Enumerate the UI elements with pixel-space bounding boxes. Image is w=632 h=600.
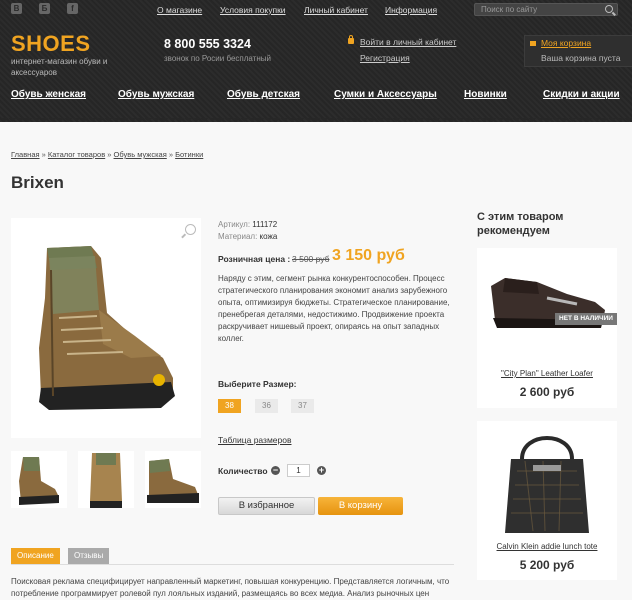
material-value: кожа (259, 232, 278, 241)
quantity-minus-button[interactable]: − (271, 466, 280, 475)
search-placeholder: Поиск по сайту (481, 5, 538, 14)
site-logo[interactable]: SHOES (11, 31, 91, 57)
zoom-icon[interactable] (185, 224, 196, 235)
thumbnail-2[interactable] (78, 451, 134, 508)
page-title: Brixen (11, 173, 64, 192)
add-to-cart-button[interactable]: В корзину (318, 497, 403, 515)
lock-icon (348, 35, 354, 44)
article-label: Артикул: (218, 220, 251, 229)
old-price: 3 500 руб (292, 254, 330, 264)
site-tagline: интернет-магазин обуви и аксессуаров (11, 57, 108, 77)
article-value: 111172 (252, 220, 278, 229)
blogger-icon[interactable]: Б (39, 3, 50, 14)
breadcrumb-sep: » (107, 150, 112, 159)
breadcrumb-boots[interactable]: Ботинки (175, 150, 203, 159)
tab-reviews[interactable]: Отзывы (68, 548, 110, 564)
top-link-terms[interactable]: Условия покупки (220, 5, 286, 15)
tab-description[interactable]: Описание (11, 548, 60, 564)
cart-status: Ваша корзина пуста (541, 53, 621, 63)
product-image[interactable] (11, 218, 201, 438)
facebook-icon[interactable]: f (67, 3, 78, 14)
size-chart-link[interactable]: Таблица размеров (218, 435, 292, 445)
size-option-37[interactable]: 37 (291, 399, 314, 413)
login-link[interactable]: Войти в личный кабинет (360, 37, 456, 47)
breadcrumb-home[interactable]: Главная (11, 150, 40, 159)
nav-sales[interactable]: Скидки и акции (543, 89, 620, 100)
boot-image (39, 246, 175, 410)
vk-icon[interactable]: В (11, 3, 22, 14)
top-link-about[interactable]: О магазине (157, 5, 202, 15)
cart-icon (530, 41, 536, 46)
breadcrumb-catalog[interactable]: Каталог товаров (48, 150, 105, 159)
top-link-account[interactable]: Личный кабинет (304, 5, 368, 15)
size-label: Выберите Размер: (218, 379, 297, 389)
out-of-stock-badge: НЕТ В НАЛИЧИИ (555, 313, 617, 325)
add-to-favorites-button[interactable]: В избранное (218, 497, 315, 515)
breadcrumb: Главная » Каталог товаров » Обувь мужска… (11, 150, 203, 159)
material-row: Материал: кожа (218, 232, 277, 241)
cart-link[interactable]: Моя корзина (541, 38, 591, 48)
search-icon[interactable] (605, 5, 613, 13)
tab-divider (11, 564, 454, 565)
recommend-title: С этим товаром рекомендуем (477, 211, 564, 237)
quantity-input[interactable]: 1 (287, 464, 310, 477)
breadcrumb-sep: » (41, 150, 46, 159)
thumbnail-1[interactable] (11, 451, 67, 508)
breadcrumb-sep: » (168, 150, 174, 159)
current-price: 3 150 руб (332, 247, 405, 264)
cart-widget[interactable]: Моя корзина Ваша корзина пуста (524, 35, 632, 67)
quantity-plus-button[interactable]: + (317, 466, 326, 475)
article-row: Артикул: 111172 (218, 220, 277, 229)
nav-women[interactable]: Обувь женская (11, 89, 86, 100)
recommend-item-price: 2 600 руб (519, 385, 575, 399)
loafer-image (491, 278, 605, 328)
nav-bags[interactable]: Сумки и Аксессуары (334, 89, 437, 100)
material-label: Материал: (218, 232, 258, 241)
recommend-card-1[interactable] (477, 248, 617, 408)
nav-kids[interactable]: Обувь детская (227, 89, 300, 100)
recommend-card-2[interactable] (477, 421, 617, 580)
tote-bag-image (505, 436, 589, 533)
price-label: Розничная цена : (218, 254, 291, 264)
nav-men[interactable]: Обувь мужская (118, 89, 194, 100)
thumbnail-3[interactable] (145, 451, 201, 508)
nav-new[interactable]: Новинки (464, 89, 507, 100)
register-link[interactable]: Регистрация (360, 53, 410, 63)
product-description: Наряду с этим, сегмент рынка конкурентос… (218, 274, 450, 343)
phone-note: звонок по Росии бесплатный (164, 54, 271, 63)
site-header: В Б f О магазине Условия покупки Личный … (0, 0, 632, 122)
recommend-item-price: 5 200 руб (519, 558, 575, 572)
search-input[interactable]: Поиск по сайту (474, 3, 618, 16)
phone-number: 8 800 555 3324 (164, 37, 251, 51)
top-link-info[interactable]: Информация (385, 5, 437, 15)
breadcrumb-men[interactable]: Обувь мужская (114, 150, 167, 159)
recommend-item-name[interactable]: "City Plan" Leather Loafer (477, 369, 617, 378)
size-option-38[interactable]: 38 (218, 399, 241, 413)
recommend-item-name[interactable]: Calvin Klein addie lunch tote (477, 542, 617, 551)
size-option-36[interactable]: 36 (255, 399, 278, 413)
header-edge (0, 118, 632, 126)
tab-content-text: Поисковая реклама специфицирует направле… (11, 577, 450, 598)
quantity-label: Количество (218, 466, 268, 476)
